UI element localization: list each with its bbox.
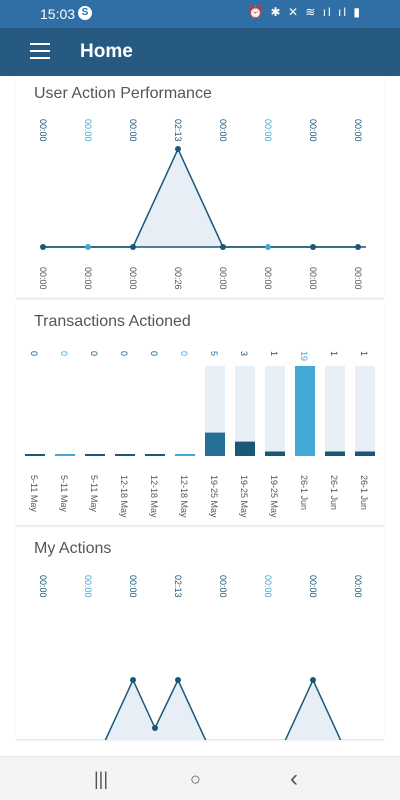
bottom-value-label: 00:00 bbox=[308, 267, 318, 290]
bar-category-label: 19-25 May bbox=[269, 475, 279, 518]
data-point[interactable] bbox=[265, 244, 271, 250]
top-value-label: 00:00 bbox=[128, 575, 138, 598]
app-bar: Home bbox=[0, 28, 400, 76]
top-value-label: 00:00 bbox=[38, 119, 48, 142]
bar-category-label: 26-1 Jun bbox=[359, 475, 369, 510]
top-value-label: 02:13 bbox=[173, 575, 183, 598]
transactions-chart: 05-11 May05-11 May05-11 May012-18 May012… bbox=[25, 351, 375, 518]
bar-value-label: 1 bbox=[269, 351, 279, 356]
bar-category-label: 5-11 May bbox=[89, 475, 99, 512]
bar-value-label: 0 bbox=[179, 351, 189, 356]
home-icon[interactable]: ○ bbox=[190, 769, 201, 790]
bar-category-label: 5-11 May bbox=[59, 475, 69, 512]
status-time: 15:03 bbox=[40, 6, 76, 22]
bar[interactable] bbox=[25, 454, 45, 456]
notification-s-icon: S bbox=[78, 6, 92, 20]
user-action-chart: 00:00 00:00 00:00 00:00 00:00 00:00 02:13 00:26… bbox=[38, 119, 366, 290]
data-point[interactable] bbox=[175, 146, 181, 152]
bar-value-label: 0 bbox=[119, 351, 129, 356]
top-value-label: 02:13 bbox=[173, 119, 183, 142]
bar[interactable] bbox=[325, 451, 345, 457]
system-status-icons: ⏰ ✱ ✕ ≋ ıl ıl ▮ bbox=[248, 5, 362, 19]
top-value-label: 00:00 bbox=[38, 575, 48, 598]
bar[interactable] bbox=[175, 454, 195, 456]
bottom-value-label: 00:00 bbox=[263, 267, 273, 290]
bar[interactable] bbox=[205, 432, 225, 456]
recents-icon[interactable]: ||| bbox=[94, 769, 108, 790]
page-title: Home bbox=[80, 41, 133, 62]
bar-value-label: 19 bbox=[299, 351, 309, 361]
bar-value-label: 0 bbox=[89, 351, 99, 356]
data-point[interactable] bbox=[175, 677, 181, 683]
hamburger-menu-icon[interactable] bbox=[30, 43, 50, 59]
card-my-actions: My Actions 00:0000:0000:0000:0000:0000:0… bbox=[16, 528, 384, 740]
top-value-label: 00:00 bbox=[308, 575, 318, 598]
top-value-label: 00:00 bbox=[128, 119, 138, 142]
bar-value-label: 1 bbox=[329, 351, 339, 356]
my-actions-chart: 00:0000:0000:0000:0000:0000:0002:1300:26… bbox=[38, 575, 363, 740]
bar-category-label: 12-18 May bbox=[119, 475, 129, 518]
top-value-label: 00:00 bbox=[263, 119, 273, 142]
top-value-label: 00:00 bbox=[83, 119, 93, 142]
bar-category-label: 26-1 Jun bbox=[299, 475, 309, 510]
top-value-label: 00:00 bbox=[263, 575, 273, 598]
bar-category-label: 12-18 May bbox=[179, 475, 189, 518]
bar-category-label: 26-1 Jun bbox=[329, 475, 339, 510]
data-point[interactable] bbox=[130, 244, 136, 250]
top-value-label: 00:00 bbox=[218, 575, 228, 598]
bottom-value-label: 00:00 bbox=[218, 267, 228, 290]
dashboard-content[interactable]: User Action Performance 00:00 00:00 00:00 0… bbox=[0, 76, 400, 756]
bar-value-label: 0 bbox=[29, 351, 39, 356]
data-point[interactable] bbox=[310, 244, 316, 250]
bar-track bbox=[325, 366, 345, 456]
bar-value-label: 5 bbox=[209, 351, 219, 356]
top-value-label: 00:00 bbox=[353, 575, 363, 598]
data-point[interactable] bbox=[220, 244, 226, 250]
bar[interactable] bbox=[85, 454, 105, 456]
bar[interactable] bbox=[145, 454, 165, 456]
top-value-label: 00:00 bbox=[353, 119, 363, 142]
data-point[interactable] bbox=[152, 725, 158, 731]
bar-track bbox=[355, 366, 375, 456]
bar-value-label: 1 bbox=[359, 351, 369, 356]
top-value-label: 00:00 bbox=[308, 119, 318, 142]
bar[interactable] bbox=[235, 441, 255, 456]
bottom-value-label: 00:26 bbox=[173, 267, 183, 290]
data-point[interactable] bbox=[40, 244, 46, 250]
bottom-value-label: 00:00 bbox=[353, 267, 363, 290]
bar[interactable] bbox=[55, 454, 75, 456]
top-value-label: 00:00 bbox=[218, 119, 228, 142]
bar-value-label: 0 bbox=[59, 351, 69, 356]
card-user-action-performance: User Action Performance 00:00 00:00 00:00 0… bbox=[16, 76, 384, 299]
bar[interactable] bbox=[265, 451, 285, 457]
bar-value-label: 0 bbox=[149, 351, 159, 356]
back-icon[interactable]: ‹ bbox=[290, 765, 298, 793]
data-point[interactable] bbox=[130, 677, 136, 683]
data-point[interactable] bbox=[355, 244, 361, 250]
bottom-value-label: 00:00 bbox=[128, 267, 138, 290]
bar-track bbox=[265, 366, 285, 456]
bar[interactable] bbox=[295, 366, 315, 456]
bar[interactable] bbox=[355, 451, 375, 457]
area-fill bbox=[105, 680, 341, 740]
bar-category-label: 19-25 May bbox=[239, 475, 249, 518]
bar-category-label: 5-11 May bbox=[29, 475, 39, 512]
card-transactions-actioned: Transactions Actioned 0 5-11 May 0 5-11 May… bbox=[16, 301, 384, 526]
bottom-value-label: 00:00 bbox=[83, 267, 93, 290]
bar-value-label: 3 bbox=[239, 351, 249, 356]
status-bar: 15:03 S ⏰ ✱ ✕ ≋ ıl ıl ▮ bbox=[0, 0, 400, 28]
android-nav-bar: ||| ○ ‹ bbox=[0, 756, 400, 800]
data-point[interactable] bbox=[85, 244, 91, 250]
top-value-label: 00:00 bbox=[83, 575, 93, 598]
bar-category-label: 12-18 May bbox=[149, 475, 159, 518]
bar-category-label: 19-25 May bbox=[209, 475, 219, 518]
bar[interactable] bbox=[115, 454, 135, 456]
bottom-value-label: 00:00 bbox=[38, 267, 48, 290]
data-point[interactable] bbox=[310, 677, 316, 683]
